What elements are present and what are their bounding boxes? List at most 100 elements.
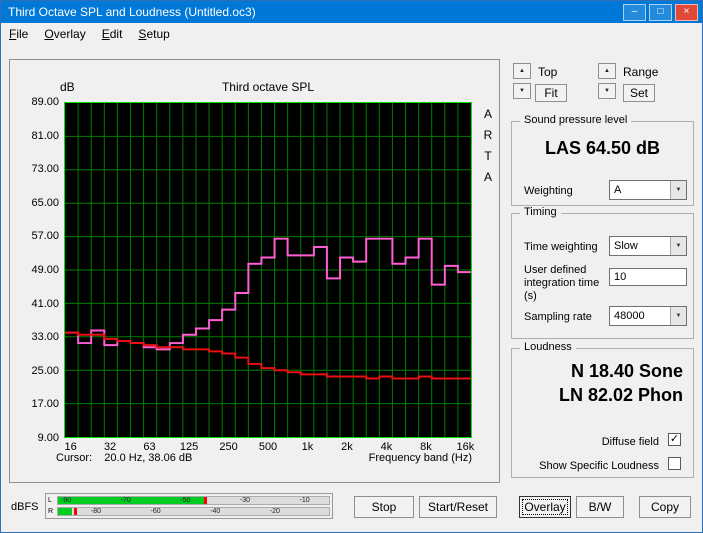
top-down-spinner[interactable]: ▼ <box>513 83 531 99</box>
window-controls: – □ × <box>623 3 702 21</box>
y-tick-label: 57.00 <box>31 230 59 243</box>
down-arrow-icon: ▼ <box>519 88 525 94</box>
loudness-group: Loudness N 18.40 Sone LN 82.02 Phon Diff… <box>511 341 694 478</box>
meter-row-r: R -80 -60 -40 -20 <box>48 506 330 517</box>
sampling-rate-combobox[interactable]: 48000 ▼ <box>609 306 687 326</box>
meter-scale-label: -40 <box>210 508 221 515</box>
x-axis-title: Frequency band (Hz) <box>368 452 472 464</box>
stop-button[interactable]: Stop <box>354 496 414 518</box>
b-w-button[interactable]: B/W <box>576 496 624 518</box>
meter-peak-indicator <box>204 497 208 504</box>
meter-scale-label: -30 <box>239 497 251 504</box>
y-tick-label: 49.00 <box>31 264 59 276</box>
meter-scale-label: -10 <box>299 497 310 504</box>
up-arrow-icon: ▲ <box>519 68 525 74</box>
time-weighting-value: Slow <box>614 240 638 252</box>
show-specific-loudness-checkbox[interactable] <box>668 457 681 470</box>
top-up-spinner[interactable]: ▲ <box>513 63 531 79</box>
spl-group-title: Sound pressure level <box>520 114 632 126</box>
start-reset-button[interactable]: Start/Reset <box>419 496 497 518</box>
arta-letter: R <box>483 128 493 142</box>
y-tick-label: 17.00 <box>31 398 59 411</box>
overlay-button[interactable]: Overlay <box>519 496 571 518</box>
top-label: Top <box>538 65 558 79</box>
meter-scale-label: -50 <box>180 497 191 504</box>
meter-scale-label: -20 <box>269 508 280 515</box>
spl-value: LAS 64.50 dB <box>544 138 661 158</box>
show-specific-loudness-label: Show Specific Loudness <box>539 460 659 472</box>
y-tick-label: 9.00 <box>37 432 59 444</box>
fit-button[interactable]: Fit <box>535 84 567 102</box>
diffuse-field-checkbox[interactable]: ✓ <box>668 433 681 446</box>
timing-group-title: Timing <box>520 206 561 218</box>
arta-watermark: ARTA <box>480 104 496 188</box>
plot-area[interactable] <box>64 102 472 438</box>
meter-bar: -80 -60 -40 -20 <box>57 507 330 516</box>
weighting-label: Weighting <box>524 185 573 197</box>
series-overlay <box>65 331 471 380</box>
chart-panel: dB Third octave SPL 89.00 81.00 73.00 65.00… <box>9 59 500 483</box>
series-third-octave-spl <box>65 237 471 351</box>
weighting-value: A <box>614 184 622 196</box>
arta-letter: A <box>483 107 492 121</box>
menu-item-file[interactable]: File <box>1 25 36 43</box>
dropdown-arrow-icon[interactable]: ▼ <box>670 181 686 199</box>
y-tick-label: 41.00 <box>31 297 59 310</box>
spl-group: Sound pressure level LAS 64.50 dB Weight… <box>511 114 694 206</box>
menu-item-overlay[interactable]: Overlay <box>36 25 93 43</box>
y-tick-label: 81.00 <box>31 129 59 142</box>
chart-title: Third octave SPL <box>221 80 315 94</box>
timing-group: Timing Time weighting Slow ▼ User define… <box>511 206 694 339</box>
integration-time-input[interactable] <box>609 268 687 286</box>
copy-button[interactable]: Copy <box>639 496 691 518</box>
set-button[interactable]: Set <box>623 84 655 102</box>
time-weighting-combobox[interactable]: Slow ▼ <box>609 236 687 256</box>
range-down-spinner[interactable]: ▼ <box>598 83 616 99</box>
meter-scale-label: -90 <box>61 497 72 504</box>
meter-fill <box>58 508 72 515</box>
y-tick-label: 33.00 <box>31 331 59 344</box>
menu-bar: File Overlay Edit Setup <box>1 23 702 44</box>
dropdown-arrow-icon[interactable]: ▼ <box>670 307 686 325</box>
time-weighting-label: Time weighting <box>524 241 598 253</box>
down-arrow-icon: ▼ <box>604 88 610 94</box>
weighting-combobox[interactable]: A ▼ <box>609 180 687 200</box>
loudness-group-title: Loudness <box>520 341 576 353</box>
y-tick-label: 89.00 <box>31 96 59 108</box>
meter-scale-label: -70 <box>120 497 131 504</box>
window-title: Third Octave SPL and Loudness (Untitled.… <box>8 5 256 19</box>
meter-scale-label: -60 <box>150 508 161 515</box>
maximize-button[interactable]: □ <box>649 3 672 21</box>
meter-bar: -90 -70 -50 -30 -10 <box>57 496 330 505</box>
menu-item-edit[interactable]: Edit <box>94 25 131 43</box>
x-tick-label: 250 <box>219 441 238 453</box>
meter-channel-label: R <box>48 508 54 515</box>
sampling-rate-label: Sampling rate <box>524 311 592 323</box>
meter-channel-label: L <box>48 497 52 504</box>
spl-spectrum-svg <box>65 103 471 437</box>
up-arrow-icon: ▲ <box>604 68 610 74</box>
x-tick-label: 500 <box>258 441 278 453</box>
menu-item-setup[interactable]: Setup <box>130 25 177 43</box>
meter-peak-indicator <box>74 508 78 515</box>
dbfs-label: dBFS <box>11 501 39 513</box>
sampling-rate-value: 48000 <box>614 310 645 322</box>
app-window: Third Octave SPL and Loudness (Untitled.… <box>0 0 703 533</box>
minimize-button[interactable]: – <box>623 3 646 21</box>
loudness-sone-value: N 18.40 Sone <box>570 361 683 381</box>
y-tick-label: 65.00 <box>31 196 59 209</box>
meter-row-l: L -90 -70 -50 -30 -10 <box>48 495 330 506</box>
y-tick-label: 73.00 <box>31 163 59 176</box>
cursor-readout: Cursor: 20.0 Hz, 38.06 dB <box>56 452 193 464</box>
arta-letter: A <box>483 170 492 184</box>
title-bar[interactable]: Third Octave SPL and Loudness (Untitled.… <box>1 1 702 23</box>
dropdown-arrow-icon[interactable]: ▼ <box>670 237 686 255</box>
y-tick-label: 25.00 <box>31 364 59 377</box>
loudness-phon-value: LN 82.02 Phon <box>558 385 683 405</box>
integration-time-label: User defined integration time (s) <box>524 264 600 302</box>
bottom-buttons: Stop Start/Reset Overlay B/W Copy <box>354 496 691 518</box>
diffuse-field-label: Diffuse field <box>601 436 659 448</box>
range-up-spinner[interactable]: ▲ <box>598 63 616 79</box>
close-button[interactable]: × <box>675 3 698 21</box>
arta-letter: T <box>484 149 492 163</box>
